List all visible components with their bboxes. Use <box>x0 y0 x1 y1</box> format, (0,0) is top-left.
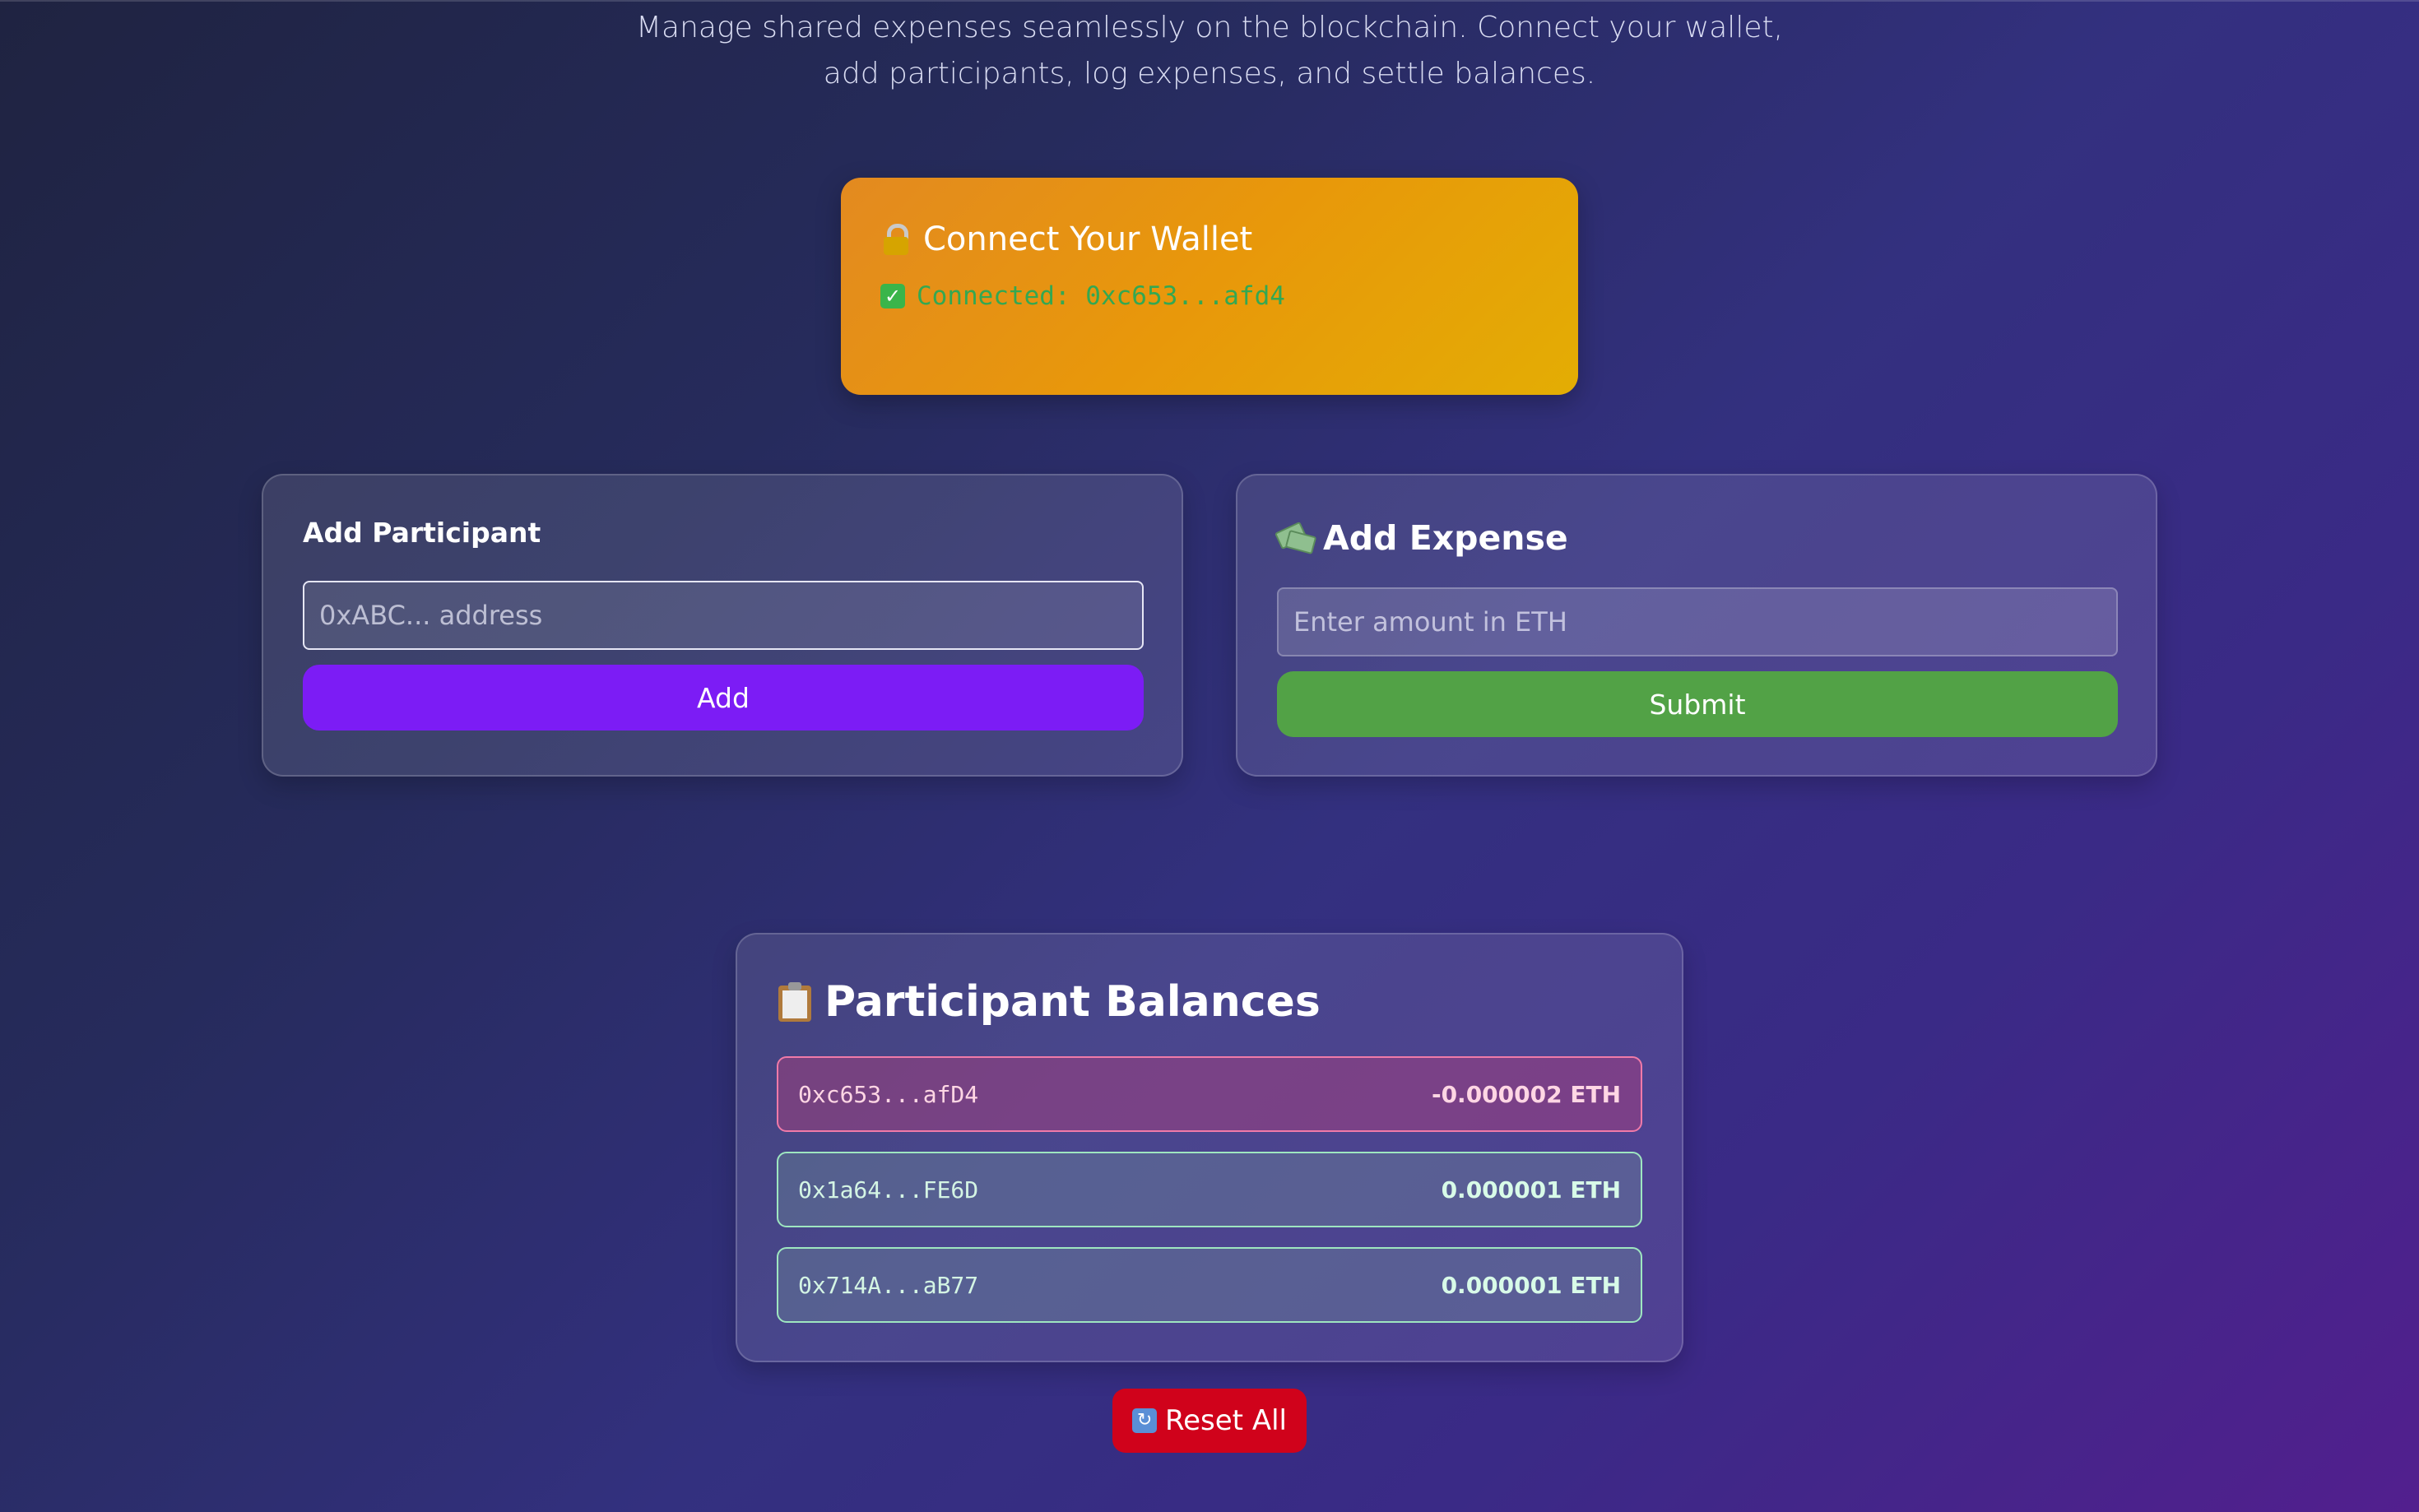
wallet-status-text: Connected: 0xc653...afd4 <box>917 281 1285 311</box>
add-expense-title-row: Add Expense <box>1274 518 1568 558</box>
balance-amount: -0.000002 ETH <box>1431 1080 1621 1108</box>
balance-row: 0x714A...aB77 0.000001 ETH <box>777 1247 1642 1323</box>
balance-row: 0x1a64...FE6D 0.000001 ETH <box>777 1152 1642 1227</box>
add-participant-title: Add Participant <box>303 517 541 549</box>
balance-address: 0xc653...afD4 <box>798 1080 979 1108</box>
add-expense-title: Add Expense <box>1323 518 1568 558</box>
balance-amount: 0.000001 ETH <box>1441 1271 1621 1299</box>
wallet-title: Connect Your Wallet <box>923 220 1253 258</box>
refresh-icon: ↻ <box>1132 1408 1158 1433</box>
balance-row: 0xc653...afD4 -0.000002 ETH <box>777 1056 1642 1132</box>
balances-title: Participant Balances <box>824 977 1321 1027</box>
balances-title-row: Participant Balances <box>778 977 1321 1027</box>
wallet-card: Connect Your Wallet ✓ Connected: 0xc653.… <box>841 178 1578 395</box>
participant-address-input[interactable] <box>303 581 1144 650</box>
balance-address: 0x1a64...FE6D <box>798 1176 979 1204</box>
balance-amount: 0.000001 ETH <box>1441 1176 1621 1204</box>
submit-expense-button[interactable]: Submit <box>1277 671 2118 737</box>
wallet-title-row: Connect Your Wallet <box>880 220 1539 258</box>
top-border <box>0 0 2419 2</box>
reset-all-button[interactable]: ↻ Reset All <box>1112 1389 1307 1453</box>
locked-with-key-icon <box>880 224 912 255</box>
participant-balances-panel: Participant Balances 0xc653...afD4 -0.00… <box>736 933 1683 1362</box>
expense-amount-input[interactable] <box>1277 587 2118 656</box>
reset-all-label: Reset All <box>1165 1404 1287 1437</box>
add-expense-panel: Add Expense Submit <box>1236 474 2157 777</box>
page-subtitle: Manage shared expenses seamlessly on the… <box>635 11 1784 90</box>
wallet-status: ✓ Connected: 0xc653...afd4 <box>880 281 1539 311</box>
clipboard-icon <box>778 982 811 1022</box>
add-participant-button[interactable]: Add <box>303 665 1144 730</box>
check-mark-icon: ✓ <box>880 284 905 308</box>
money-with-wings-icon <box>1274 521 1317 555</box>
balance-address: 0x714A...aB77 <box>798 1271 979 1299</box>
add-participant-panel: Add Participant Add <box>262 474 1183 777</box>
